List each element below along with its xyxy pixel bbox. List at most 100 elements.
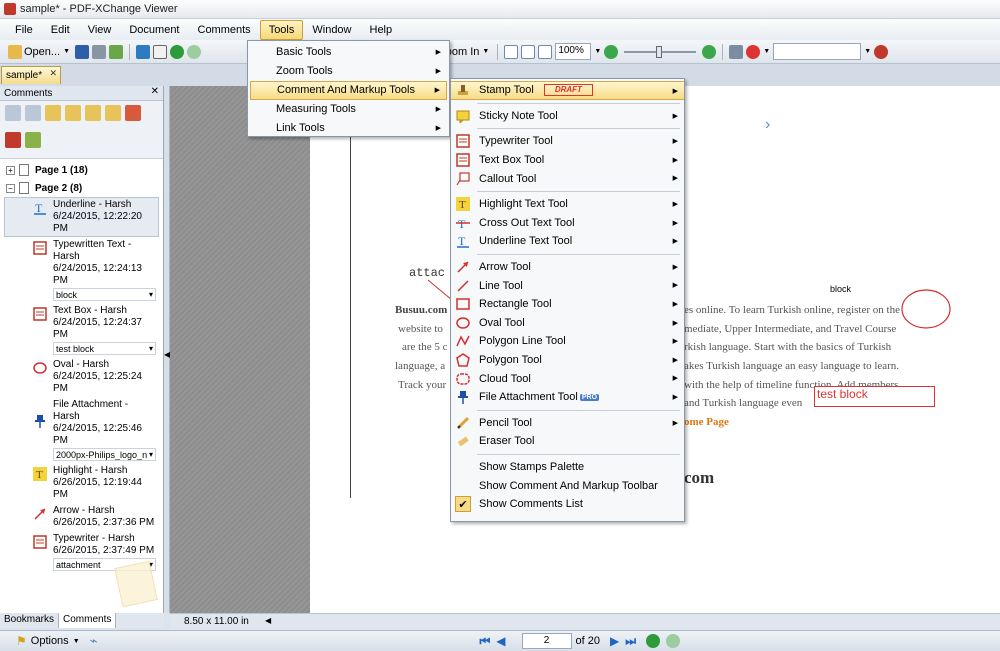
paperclip-icon[interactable]: ⌁ — [90, 633, 98, 649]
textbox-annotation[interactable]: test block — [814, 386, 935, 407]
menu-item-show-comments-list[interactable]: ✔ Show Comments List — [451, 495, 684, 514]
ocr-icon[interactable] — [153, 44, 168, 59]
menu-edit[interactable]: Edit — [42, 20, 79, 40]
menu-item-arrow-tool[interactable]: Arrow Tool ▶ — [451, 258, 684, 277]
find-icon[interactable] — [874, 44, 889, 59]
menu-item-callout-tool[interactable]: Callout Tool ▶ — [451, 169, 684, 188]
document-tab[interactable]: sample* ✕ — [1, 66, 61, 84]
tree-page-2[interactable]: − Page 2 (8) — [0, 179, 163, 197]
search-input[interactable] — [773, 43, 862, 60]
menu-item-oval-tool[interactable]: Oval Tool ▶ — [451, 314, 684, 333]
menu-window[interactable]: Window — [303, 20, 360, 40]
link-icon[interactable] — [729, 44, 744, 59]
expand-icon[interactable]: + — [6, 165, 15, 175]
options-button[interactable]: ⚑ Options ▼ — [14, 632, 82, 650]
fit-width-icon[interactable] — [521, 44, 536, 59]
menu-item-sticky-note-tool[interactable]: Sticky Note Tool ▶ — [451, 107, 684, 126]
block-annotation[interactable]: block — [830, 284, 851, 294]
menu-item-basic-tools[interactable]: Basic Tools ▶ — [250, 43, 447, 62]
nav-back-icon[interactable] — [646, 634, 661, 648]
tab-comments[interactable]: Comments — [59, 613, 117, 628]
page-number-input[interactable]: 2 — [521, 633, 572, 649]
menu-item-underline-text-tool[interactable]: T Underline Text Tool ▶ — [451, 232, 684, 251]
menu-item-polygon-line-tool[interactable]: Polygon Line Tool ▶ — [451, 332, 684, 351]
expand-all-icon[interactable] — [5, 105, 21, 121]
hand-icon[interactable] — [136, 44, 151, 59]
menu-item-file-attachment-tool[interactable]: File Attachment Tool PRO ▶ — [451, 388, 684, 407]
summarize-comments-icon[interactable] — [5, 131, 21, 148]
menu-tools[interactable]: Tools — [259, 19, 304, 40]
menu-document[interactable]: Document — [120, 20, 188, 40]
oval-annotation[interactable] — [900, 288, 952, 330]
menu-item-eraser-tool[interactable]: Eraser Tool — [451, 432, 684, 451]
comment-note-field[interactable]: 2000px-Philips_logo_n — [53, 448, 156, 461]
menu-item-zoom-tools[interactable]: Zoom Tools ▶ — [250, 62, 447, 81]
back-icon[interactable] — [170, 44, 185, 59]
menu-item-link-tools[interactable]: Link Tools ▶ — [250, 119, 447, 138]
menu-item-pencil-tool[interactable]: Pencil Tool ▶ — [451, 414, 684, 433]
menu-item-show-markup-toolbar[interactable]: Show Comment And Markup Toolbar — [451, 476, 684, 495]
close-panel-icon[interactable]: ✕ — [151, 86, 159, 97]
status-scroll-left-icon[interactable]: ◀ — [265, 616, 271, 625]
menu-file[interactable]: File — [6, 20, 42, 40]
close-tab-icon[interactable]: ✕ — [49, 68, 57, 79]
menu-item-show-stamps-palette[interactable]: Show Stamps Palette — [451, 458, 684, 477]
home-page-link[interactable]: ome Page — [684, 416, 729, 428]
email-icon[interactable] — [109, 44, 124, 59]
comment-item[interactable]: T Highlight - Harsh 6/26/2015, 12:19:44 … — [4, 463, 159, 503]
menu-item-text-box-tool[interactable]: Text Box Tool ▶ — [451, 151, 684, 170]
comment-item[interactable]: File Attachment - Harsh 6/24/2015, 12:25… — [4, 397, 159, 463]
menu-item-stamp-tool[interactable]: Stamp Tool DRAFT ▶ — [451, 81, 684, 100]
print-icon[interactable] — [92, 44, 107, 59]
comment-item[interactable]: Arrow - Harsh 6/26/2015, 2:37:36 PM — [4, 503, 159, 531]
actual-size-icon[interactable] — [538, 44, 553, 59]
zoom-plus-icon[interactable] — [702, 44, 717, 59]
next-page-icon[interactable]: ▶ — [610, 634, 619, 648]
cloud-icon — [455, 371, 471, 387]
menu-item-measuring-tools[interactable]: Measuring Tools ▶ — [250, 100, 447, 119]
delete-comment-icon[interactable] — [125, 105, 141, 121]
menu-item-comment-markup-tools[interactable]: Comment And Markup Tools ▶ — [250, 81, 447, 100]
comment-note-field[interactable]: block — [53, 288, 156, 301]
menu-view[interactable]: View — [79, 20, 121, 40]
comment-item[interactable]: Typewritten Text - Harsh 6/24/2015, 12:2… — [4, 237, 159, 303]
comment-item[interactable]: T Underline - Harsh 6/24/2015, 12:22:20 … — [4, 197, 159, 237]
reply-comment-icon[interactable] — [85, 105, 101, 121]
menu-help[interactable]: Help — [361, 20, 402, 40]
zoom-slider[interactable] — [624, 45, 697, 58]
prev-page-icon[interactable]: ◀ — [496, 634, 505, 648]
menu-item-highlight-text-tool[interactable]: T Highlight Text Tool ▶ — [451, 195, 684, 214]
menu-item-line-tool[interactable]: Line Tool ▶ — [451, 276, 684, 295]
comment-item[interactable]: Oval - Harsh 6/24/2015, 12:25:24 PM — [4, 357, 159, 397]
comment-title: File Attachment - Harsh — [53, 399, 129, 422]
save-icon[interactable] — [75, 44, 90, 59]
menu-item-typewriter-tool[interactable]: Typewriter Tool ▶ — [451, 132, 684, 151]
open-button[interactable]: Open... ▼ — [6, 43, 72, 61]
submenu-arrow-icon: ▶ — [672, 319, 678, 327]
main-toolbar: Open... ▼ Zoom In ▼ 100% ▼ ▼ ▼ — [0, 40, 1000, 64]
menu-item-cross-out-text-tool[interactable]: T Cross Out Text Tool ▶ — [451, 214, 684, 233]
collapse-icon[interactable]: − — [6, 183, 15, 193]
tab-bookmarks[interactable]: Bookmarks — [0, 613, 60, 628]
menu-item-polygon-tool[interactable]: Polygon Tool ▶ — [451, 351, 684, 370]
menu-item-label: Typewriter Tool — [479, 135, 553, 148]
menu-item-rectangle-tool[interactable]: Rectangle Tool ▶ — [451, 295, 684, 314]
mark-comment-icon[interactable] — [105, 105, 121, 121]
first-page-icon[interactable]: ⏮ — [479, 634, 490, 649]
zoom-level-input[interactable]: 100% — [555, 43, 592, 60]
comment-note-field[interactable]: test block — [53, 342, 156, 355]
import-comments-icon[interactable] — [45, 105, 61, 121]
comment-options-icon[interactable] — [25, 131, 41, 148]
zoom-out-icon[interactable] — [604, 44, 619, 59]
export-comments-icon[interactable] — [65, 105, 81, 121]
tree-page-1[interactable]: + Page 1 (18) — [0, 161, 163, 179]
comment-item[interactable]: Text Box - Harsh 6/24/2015, 12:24:37 PM … — [4, 303, 159, 357]
spell-check-icon[interactable] — [746, 44, 761, 59]
menu-item-cloud-tool[interactable]: Cloud Tool ▶ — [451, 369, 684, 388]
last-page-icon[interactable]: ⏭ — [625, 634, 636, 649]
menu-comments[interactable]: Comments — [189, 20, 260, 40]
nav-forward-icon[interactable] — [666, 634, 681, 648]
fit-page-icon[interactable] — [504, 44, 519, 59]
collapse-all-icon[interactable] — [25, 105, 41, 121]
forward-icon[interactable] — [187, 44, 202, 59]
